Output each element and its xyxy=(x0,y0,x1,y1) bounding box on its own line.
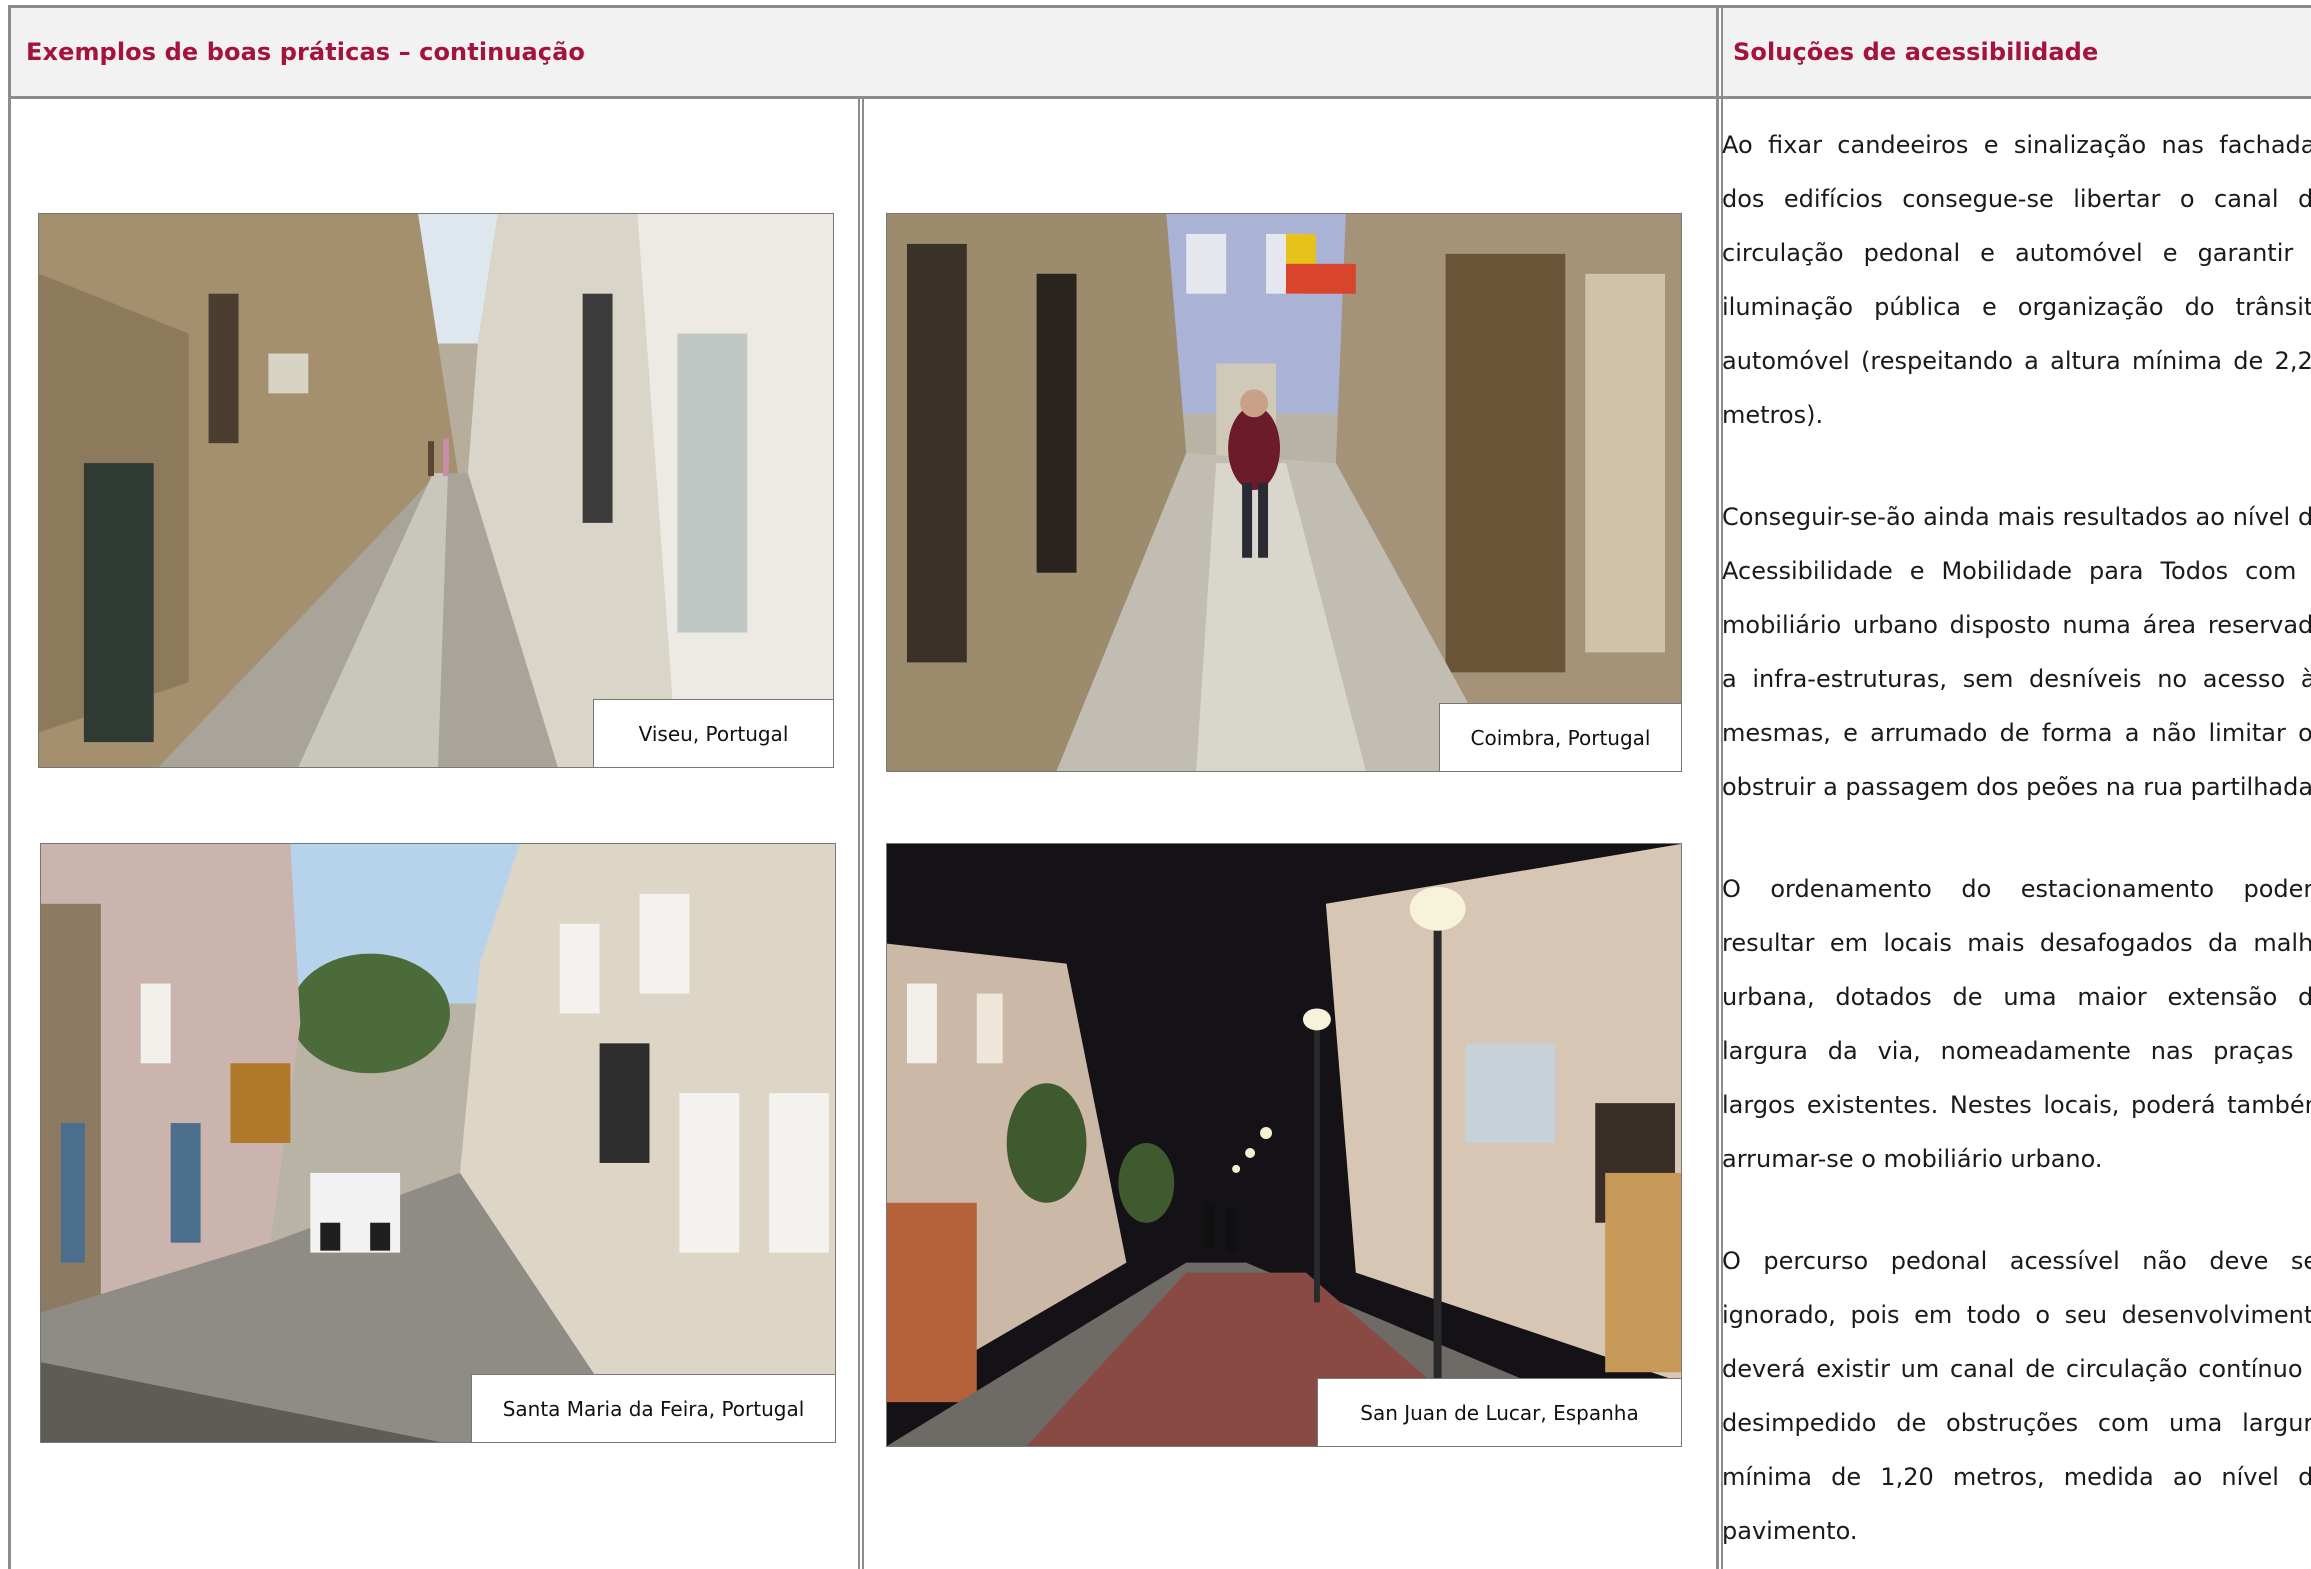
paragraph-3: O ordenamento do estacionamento poderá r… xyxy=(1722,875,2311,1173)
accessibility-text-column: Ao fixar candeeiros e sinalização nas fa… xyxy=(1722,118,2311,1569)
photo-coimbra-caption: Coimbra, Portugal xyxy=(1439,703,1681,771)
photo-column-divider xyxy=(858,99,860,1569)
photo-viseu-caption: Viseu, Portugal xyxy=(593,699,833,767)
photo-san-juan-de-lucar: San Juan de Lucar, Espanha xyxy=(886,843,1682,1447)
photo-coimbra-image xyxy=(887,214,1681,771)
photo-santa-maria-da-feira: Santa Maria da Feira, Portugal xyxy=(40,843,836,1443)
photo-column-divider-2 xyxy=(862,99,864,1569)
photo-san-juan-image xyxy=(887,844,1681,1446)
paragraph-4: O percurso pedonal acessível não deve se… xyxy=(1722,1247,2311,1545)
photo-viseu: Viseu, Portugal xyxy=(38,213,834,768)
header-left-title: Exemplos de boas práticas – continuação xyxy=(26,38,586,66)
paragraph-1: Ao fixar candeeiros e sinalização nas fa… xyxy=(1722,131,2311,429)
photo-san-juan-caption: San Juan de Lucar, Espanha xyxy=(1317,1378,1681,1446)
paragraph-2: Conseguir-se-ão ainda mais resultados ao… xyxy=(1722,503,2311,801)
header-left: Exemplos de boas práticas – continuação xyxy=(11,8,1716,96)
photo-santa-maria-image xyxy=(41,844,835,1442)
photo-coimbra: Coimbra, Portugal xyxy=(886,213,1682,772)
header-right-title: Soluções de acessibilidade xyxy=(1733,38,2099,66)
photo-viseu-image xyxy=(39,214,833,767)
header-bottom-rule xyxy=(8,96,2311,99)
photo-santa-maria-caption: Santa Maria da Feira, Portugal xyxy=(471,1374,835,1442)
header-right: Soluções de acessibilidade xyxy=(1723,8,2311,96)
column-divider-main xyxy=(1716,5,1719,1569)
table-left-rule xyxy=(8,5,11,1569)
